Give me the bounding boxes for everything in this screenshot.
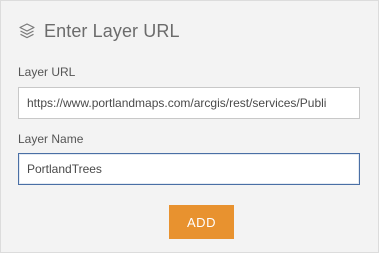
layer-url-label: Layer URL <box>18 65 76 79</box>
layer-name-label: Layer Name <box>18 132 84 146</box>
page-title: Enter Layer URL <box>44 20 180 41</box>
layer-url-input[interactable] <box>18 87 360 119</box>
add-button[interactable]: ADD <box>169 205 234 239</box>
enter-layer-url-panel: Enter Layer URL Layer URL Layer Name ADD <box>0 0 379 253</box>
layers-icon <box>18 22 36 40</box>
layer-name-input[interactable] <box>18 153 360 185</box>
panel-header: Enter Layer URL <box>18 18 180 44</box>
